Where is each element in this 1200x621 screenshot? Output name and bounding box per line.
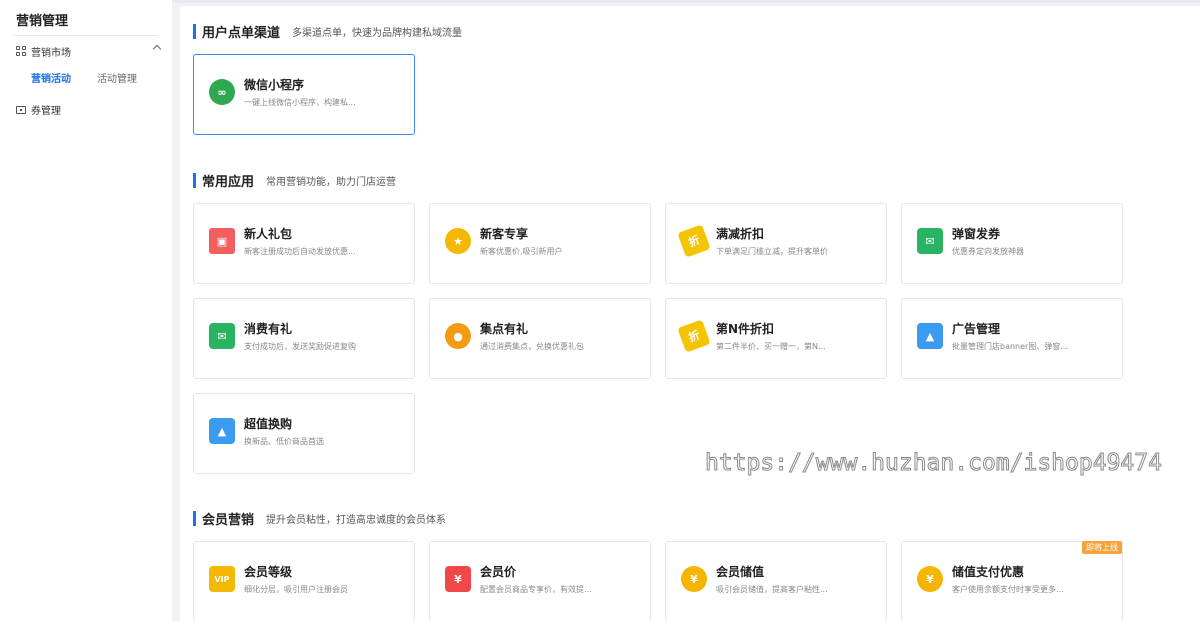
section-title: 用户点单渠道: [202, 25, 281, 41]
sidebar-group-marketing-market[interactable]: 营销市场: [16, 44, 162, 59]
sidebar-divider: [12, 35, 158, 36]
vip-card-icon: VIP: [209, 566, 235, 592]
ticket-icon: [16, 105, 26, 114]
points-coin-icon: ●: [445, 323, 471, 349]
card-title: 消费有礼: [244, 322, 293, 336]
card-title: 第N件折扣: [716, 322, 775, 336]
card-new-customer-exclusive[interactable]: ★ 新客专享 新客优惠价,吸引新用户: [429, 203, 651, 284]
sidebar-item-coupon-management[interactable]: 券管理: [16, 102, 61, 117]
sidebar-item-label: 券管理: [31, 106, 61, 117]
card-desc: 客户使用余额支付时享受更多...: [952, 585, 1064, 594]
card-stored-pay-discount[interactable]: ¥ 储值支付优惠 客户使用余额支付时享受更多... 即将上线: [901, 541, 1123, 621]
section-marker: [193, 23, 196, 39]
sidebar-group-label: 营销市场: [31, 47, 71, 59]
image-icon: ▲: [917, 323, 943, 349]
card-member-stored-value[interactable]: ¥ 会员储值 吸引会员储值，提高客户粘性...: [665, 541, 887, 621]
card-title: 储值支付优惠: [952, 565, 1025, 579]
card-title: 广告管理: [952, 322, 1001, 336]
discount-tag-icon: 折: [677, 319, 711, 353]
card-title: 会员等级: [244, 565, 293, 579]
card-member-level[interactable]: VIP 会员等级 细化分层，吸引用户注册会员: [193, 541, 415, 621]
card-title: 超值换购: [244, 417, 293, 431]
card-desc: 细化分层，吸引用户注册会员: [244, 585, 348, 594]
gift-icon: ▣: [209, 228, 235, 254]
card-wechat-mini-program[interactable]: ∞ 微信小程序 一键上线微信小程序，构建私...: [193, 54, 415, 135]
coin-icon: ¥: [917, 566, 943, 592]
envelope-icon: ✉: [209, 323, 235, 349]
section-title: 会员营销: [202, 512, 255, 528]
sidebar-item-marketing-activity[interactable]: 营销活动: [31, 70, 71, 85]
price-card-icon: ¥: [445, 566, 471, 592]
card-consume-gift[interactable]: ✉ 消费有礼 支付成功后，发送奖励促进复购: [193, 298, 415, 379]
red-envelope-icon: ✉: [917, 228, 943, 254]
section-marker: [193, 510, 196, 526]
card-desc: 一键上线微信小程序，构建私...: [244, 98, 356, 107]
watermark: https://www.huzhan.com/ishop49474: [705, 450, 1163, 477]
section-desc: 多渠道点单，快速为品牌构建私域流量: [292, 27, 463, 39]
card-title: 微信小程序: [244, 78, 305, 92]
card-desc: 配置会员商品专享价，有效提...: [480, 585, 592, 594]
card-nth-item-discount[interactable]: 折 第N件折扣 第二件半价、买一赠一，第N...: [665, 298, 887, 379]
card-desc: 新客注册成功后自动发放优惠...: [244, 247, 356, 256]
section-header-common: 常用应用 常用营销功能，助力门店运营: [193, 172, 397, 190]
sidebar: 营销管理 营销市场 营销活动 活动管理 券管理: [0, 0, 172, 621]
card-member-price[interactable]: ¥ 会员价 配置会员商品专享价，有效提...: [429, 541, 651, 621]
image-icon: ▲: [209, 418, 235, 444]
card-value-exchange[interactable]: ▲ 超值换购 换新品、低价商品首选: [193, 393, 415, 474]
section-header-member: 会员营销 提升会员粘性，打造高忠诚度的会员体系: [193, 510, 447, 528]
medal-icon: ★: [445, 228, 471, 254]
section-header-channels: 用户点单渠道 多渠道点单，快速为品牌构建私域流量: [193, 23, 463, 41]
card-title: 满减折扣: [716, 227, 765, 241]
sidebar-title: 营销管理: [16, 14, 69, 29]
grid-icon: [16, 46, 26, 56]
card-collect-points[interactable]: ● 集点有礼 通过消费集点，兑换优惠礼包: [429, 298, 651, 379]
card-title: 会员储值: [716, 565, 765, 579]
sidebar-item-activity-management[interactable]: 活动管理: [97, 70, 137, 85]
card-desc: 批量管理门店banner图、弹窗...: [952, 342, 1068, 351]
card-desc: 新客优惠价,吸引新用户: [480, 247, 563, 256]
card-title: 集点有礼: [480, 322, 529, 336]
section-desc: 常用营销功能，助力门店运营: [266, 176, 397, 188]
section-title: 常用应用: [202, 174, 255, 190]
card-full-reduction-discount[interactable]: 折 满减折扣 下单满足门槛立减，提升客单价: [665, 203, 887, 284]
card-desc: 通过消费集点，兑换优惠礼包: [480, 342, 584, 351]
chevron-up-icon[interactable]: [152, 44, 162, 54]
main-panel: 用户点单渠道 多渠道点单，快速为品牌构建私域流量 ∞ 微信小程序 一键上线微信小…: [180, 6, 1200, 621]
coin-icon: ¥: [681, 566, 707, 592]
card-desc: 换新品、低价商品首选: [244, 437, 324, 446]
card-title: 新客专享: [480, 227, 529, 241]
card-new-user-gift[interactable]: ▣ 新人礼包 新客注册成功后自动发放优惠...: [193, 203, 415, 284]
coming-soon-badge: 即将上线: [1082, 541, 1122, 554]
card-desc: 优惠券定向发放神器: [952, 247, 1024, 256]
card-desc: 下单满足门槛立减，提升客单价: [716, 247, 828, 256]
card-title: 会员价: [480, 565, 517, 579]
discount-tag-icon: 折: [677, 224, 711, 258]
mini-program-icon: ∞: [209, 79, 235, 105]
card-popup-coupon[interactable]: ✉ 弹窗发券 优惠券定向发放神器: [901, 203, 1123, 284]
card-desc: 支付成功后，发送奖励促进复购: [244, 342, 356, 351]
card-ad-management[interactable]: ▲ 广告管理 批量管理门店banner图、弹窗...: [901, 298, 1123, 379]
section-marker: [193, 172, 196, 188]
card-title: 弹窗发券: [952, 227, 1001, 241]
section-desc: 提升会员粘性，打造高忠诚度的会员体系: [266, 514, 447, 526]
top-border: [0, 0, 1200, 3]
card-desc: 吸引会员储值，提高客户粘性...: [716, 585, 828, 594]
card-title: 新人礼包: [244, 227, 293, 241]
card-desc: 第二件半价、买一赠一，第N...: [716, 342, 826, 351]
